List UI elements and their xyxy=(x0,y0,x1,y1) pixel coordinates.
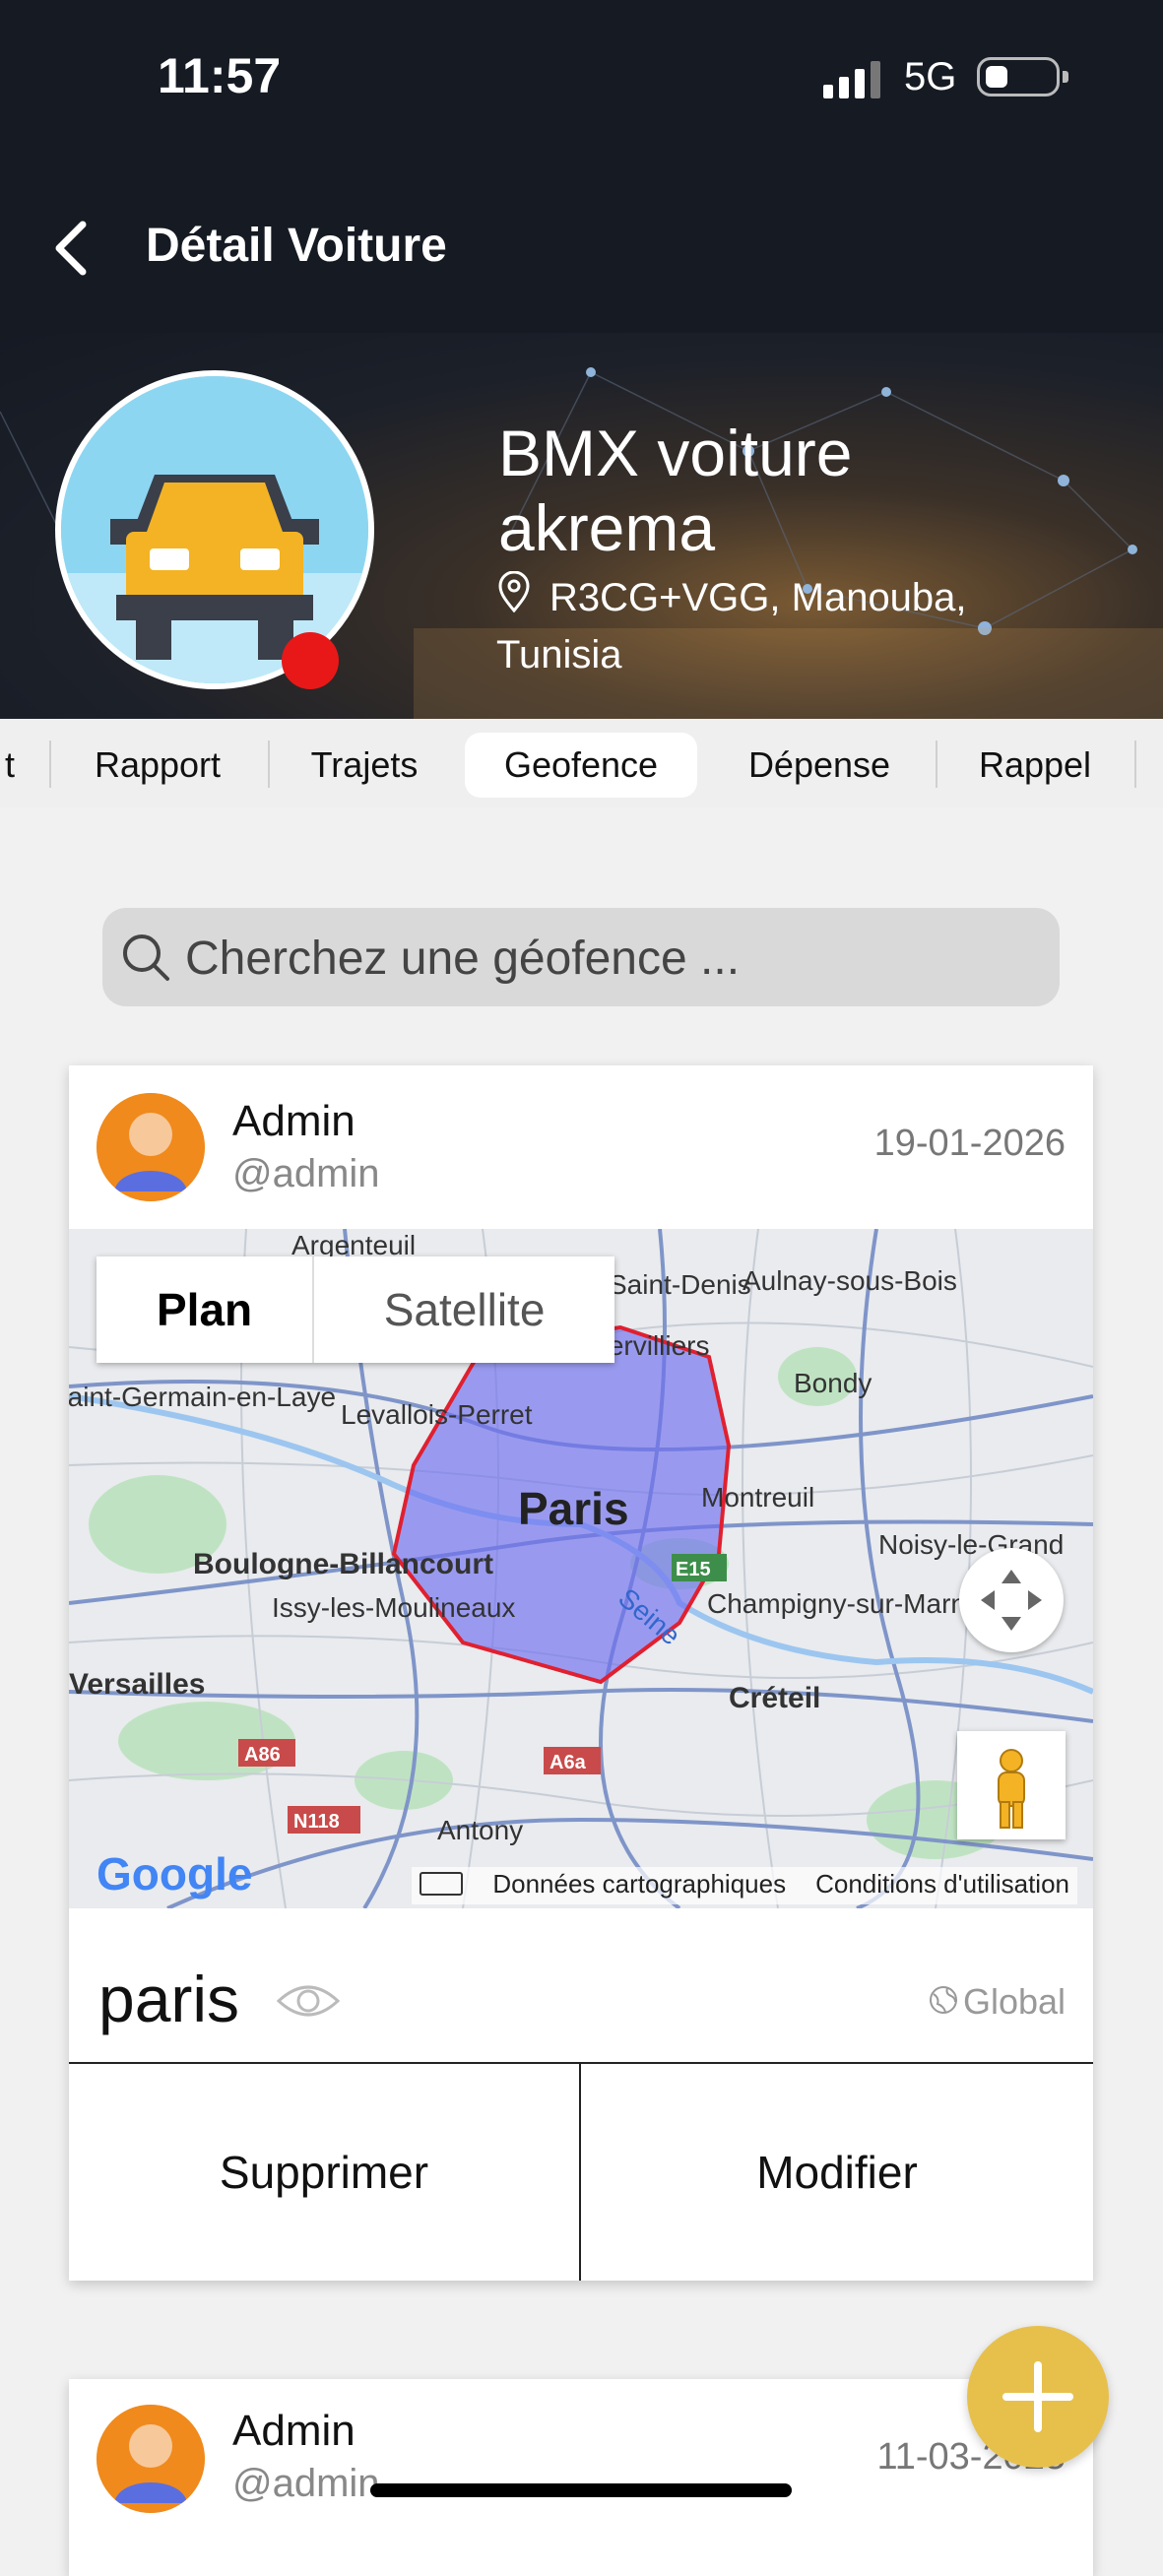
map-type-satellite-button[interactable]: Satellite xyxy=(314,1256,614,1363)
author-handle: @admin xyxy=(232,1152,380,1195)
author-handle: @admin xyxy=(232,2462,380,2505)
map-type-control: Plan Satellite xyxy=(97,1256,614,1363)
map-type-plan-button[interactable]: Plan xyxy=(97,1256,315,1363)
home-indicator[interactable] xyxy=(370,2483,792,2497)
status-time: 11:57 xyxy=(158,48,282,103)
keyboard-icon[interactable] xyxy=(420,1872,464,1896)
map-label: Versailles xyxy=(69,1668,205,1701)
search-input[interactable] xyxy=(183,922,1034,995)
road-shield: A6a xyxy=(549,1752,587,1773)
map-label: Saint-Denis xyxy=(609,1269,751,1300)
tab-rappel[interactable]: Rappel xyxy=(951,733,1119,798)
geofence-card: Admin @admin 11-03-2025 xyxy=(69,2379,1093,2576)
geofence-date: 19-01-2026 xyxy=(873,1123,1066,1164)
map-label: Bondy xyxy=(794,1368,872,1398)
app-header: 11:57 5G Détail Voiture xyxy=(0,0,1163,333)
map-terms-link[interactable]: Conditions d'utilisation xyxy=(815,1869,1069,1902)
map-data-link[interactable]: Données cartographiques xyxy=(492,1869,786,1899)
cellular-signal-icon xyxy=(823,61,880,98)
user-avatar-icon xyxy=(97,2405,205,2513)
author-name: Admin xyxy=(232,2407,355,2455)
user-avatar-icon xyxy=(97,1093,205,1201)
road-shield: A86 xyxy=(244,1744,281,1766)
map-label: Paris xyxy=(518,1483,629,1534)
add-geofence-button[interactable] xyxy=(967,2326,1109,2468)
back-arrow-icon[interactable] xyxy=(43,213,102,284)
map-attribution: Données cartographiques Conditions d'uti… xyxy=(412,1867,1077,1904)
map-label: Saint-Germain-en-Laye xyxy=(69,1382,336,1412)
edit-button[interactable]: Modifier xyxy=(581,2064,1093,2281)
tab-rapport[interactable]: Rapport xyxy=(69,733,246,798)
geofence-scope-text: Global xyxy=(962,1981,1066,2022)
geofence-scope: Global xyxy=(928,1981,1066,2023)
detail-tabs: t Rapport Trajets Geofence Dépense Rappe… xyxy=(0,719,1163,807)
geofence-card: Admin @admin 19-01-2026 Argenteuil Saint… xyxy=(69,1065,1093,2281)
map-label: Boulogne-Billancourt xyxy=(193,1548,493,1580)
road-shield: N118 xyxy=(293,1811,340,1833)
tab-trajets[interactable]: Trajets xyxy=(286,733,443,798)
map-label: Aulnay-sous-Bois xyxy=(743,1265,957,1296)
offline-status-dot xyxy=(282,632,339,689)
fullscreen-button[interactable] xyxy=(959,1548,1064,1652)
vehicle-location-text: R3CG+VGG, Manouba, Tunisia xyxy=(496,576,967,676)
eye-icon[interactable] xyxy=(276,1975,341,2027)
road-shield: E15 xyxy=(676,1559,711,1580)
expand-icon xyxy=(981,1570,1042,1631)
page-title: Détail Voiture xyxy=(146,220,447,272)
location-pin-icon xyxy=(498,571,530,612)
vehicle-location: R3CG+VGG, Manouba, Tunisia xyxy=(496,569,1048,683)
map-label: Champigny-sur-Marne xyxy=(707,1588,982,1619)
tab-partial[interactable]: t xyxy=(0,733,22,798)
delete-button[interactable]: Supprimer xyxy=(69,2064,579,2281)
map-label: Montreuil xyxy=(701,1482,814,1513)
search-icon xyxy=(123,934,169,981)
tab-depense[interactable]: Dépense xyxy=(719,733,920,798)
avatar xyxy=(97,2405,205,2513)
map-label: Issy-les-Moulineaux xyxy=(272,1592,515,1623)
map-label: Antony xyxy=(437,1815,523,1845)
geofence-name: paris xyxy=(98,1963,240,2035)
map-label: Créteil xyxy=(729,1682,820,1714)
map-label: Levallois-Perret xyxy=(341,1399,533,1430)
geofence-search xyxy=(102,908,1060,1006)
geofence-map[interactable]: Argenteuil Saint-Denis Aulnay-sous-Bois … xyxy=(69,1229,1093,1908)
pegman-icon xyxy=(998,1749,1025,1829)
street-view-button[interactable] xyxy=(957,1731,1066,1839)
network-type: 5G xyxy=(904,55,957,98)
author-name: Admin xyxy=(232,1097,355,1145)
vehicle-name: BMX voiture akrema xyxy=(498,417,853,564)
google-logo: Google xyxy=(97,1848,253,1900)
tab-geofence[interactable]: Geofence xyxy=(465,733,697,798)
battery-icon xyxy=(977,57,1068,97)
plus-icon xyxy=(1002,2361,1073,2432)
globe-icon xyxy=(929,1986,957,2014)
avatar xyxy=(97,1093,205,1201)
